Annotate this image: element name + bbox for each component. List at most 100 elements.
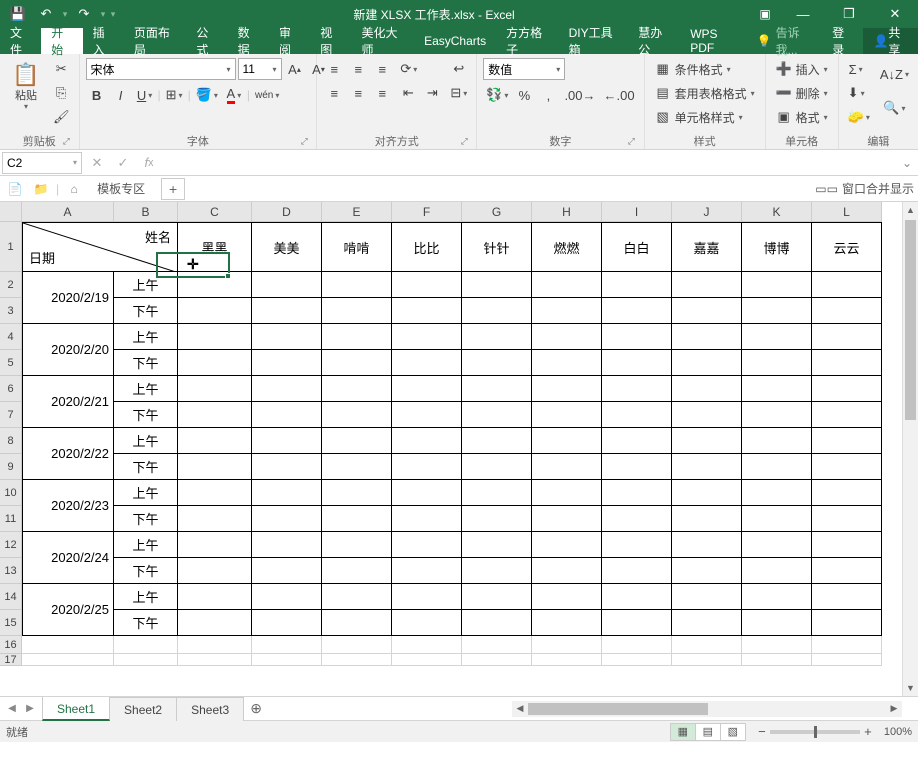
column-header-E[interactable]: E: [322, 202, 392, 222]
cell[interactable]: [812, 298, 882, 324]
sheet-nav-prev[interactable]: ◀: [4, 703, 20, 714]
cell[interactable]: [742, 428, 812, 454]
cell[interactable]: [602, 428, 672, 454]
cell[interactable]: [532, 272, 602, 298]
cell[interactable]: [392, 350, 462, 376]
cell[interactable]: [602, 480, 672, 506]
cell[interactable]: [532, 454, 602, 480]
cell[interactable]: [672, 654, 742, 666]
cancel-formula-button[interactable]: ✕: [86, 152, 108, 174]
cell[interactable]: [322, 428, 392, 454]
column-headers[interactable]: ABCDEFGHIJKL: [22, 202, 902, 222]
cell[interactable]: [252, 454, 322, 480]
cell[interactable]: [602, 610, 672, 636]
cell[interactable]: [532, 376, 602, 402]
cell[interactable]: [672, 428, 742, 454]
row-header-12[interactable]: 12: [0, 532, 22, 558]
row-header-7[interactable]: 7: [0, 402, 22, 428]
cell[interactable]: [462, 584, 532, 610]
cell[interactable]: [672, 454, 742, 480]
cell[interactable]: [462, 558, 532, 584]
cell[interactable]: [462, 428, 532, 454]
cell[interactable]: 下午: [114, 350, 178, 376]
cell[interactable]: [602, 402, 672, 428]
conditional-format-button[interactable]: ▦条件格式: [651, 58, 735, 80]
increase-indent-button[interactable]: ⇥: [421, 82, 443, 104]
cell[interactable]: [462, 454, 532, 480]
cell[interactable]: [532, 506, 602, 532]
cell[interactable]: [812, 376, 882, 402]
tab-diy[interactable]: DIY工具箱: [559, 28, 629, 54]
cell[interactable]: [462, 402, 532, 428]
column-header-G[interactable]: G: [462, 202, 532, 222]
cell[interactable]: [532, 428, 602, 454]
select-all-corner[interactable]: [0, 202, 22, 222]
share-button[interactable]: 👤 共享: [863, 28, 918, 54]
cell[interactable]: [252, 324, 322, 350]
cell[interactable]: [812, 532, 882, 558]
undo-button[interactable]: ↶: [32, 2, 60, 26]
cell[interactable]: [602, 636, 672, 654]
copy-button[interactable]: ⎘: [50, 82, 73, 104]
cell[interactable]: [392, 480, 462, 506]
cell[interactable]: [178, 402, 252, 428]
cell[interactable]: [672, 324, 742, 350]
cell[interactable]: [812, 610, 882, 636]
fill-button[interactable]: ⬇: [845, 82, 868, 104]
cell[interactable]: [252, 272, 322, 298]
cell[interactable]: [178, 324, 252, 350]
cell[interactable]: [602, 350, 672, 376]
cell[interactable]: [462, 654, 532, 666]
cell[interactable]: 2020/2/22: [22, 428, 114, 480]
cell[interactable]: [462, 636, 532, 654]
cell[interactable]: [178, 558, 252, 584]
cell[interactable]: [178, 636, 252, 654]
cell[interactable]: [742, 402, 812, 428]
cells-area[interactable]: 姓名日期黑黑美美啃啃比比针针燃燃白白嘉嘉博博云云2020/2/19上午下午202…: [22, 222, 902, 696]
cell[interactable]: [392, 654, 462, 666]
cell[interactable]: [672, 532, 742, 558]
cell[interactable]: [742, 480, 812, 506]
cell[interactable]: [602, 454, 672, 480]
cell[interactable]: [178, 506, 252, 532]
cell[interactable]: [602, 324, 672, 350]
tab-fangfang[interactable]: 方方格子: [496, 28, 559, 54]
zoom-in-button[interactable]: +: [860, 724, 876, 739]
autosum-button[interactable]: Σ: [845, 58, 867, 80]
cell[interactable]: [602, 532, 672, 558]
cell[interactable]: [812, 584, 882, 610]
cell[interactable]: [812, 558, 882, 584]
row-header-4[interactable]: 4: [0, 324, 22, 350]
decrease-indent-button[interactable]: ⇤: [397, 82, 419, 104]
cut-button[interactable]: ✂: [50, 58, 73, 80]
fx-button[interactable]: fx: [138, 152, 160, 174]
new-file-icon[interactable]: 📄: [4, 178, 26, 200]
cell[interactable]: [252, 558, 322, 584]
cell[interactable]: [532, 610, 602, 636]
cell[interactable]: [392, 272, 462, 298]
cell[interactable]: [742, 324, 812, 350]
cell[interactable]: [742, 454, 812, 480]
cell[interactable]: [22, 636, 114, 654]
cell[interactable]: 上午: [114, 584, 178, 610]
cell[interactable]: [812, 480, 882, 506]
percent-button[interactable]: %: [513, 84, 535, 106]
increase-font-button[interactable]: A▴: [284, 58, 306, 80]
cell[interactable]: [392, 428, 462, 454]
redo-button[interactable]: ↷: [70, 2, 98, 26]
cell[interactable]: [462, 324, 532, 350]
cell[interactable]: [812, 402, 882, 428]
sheet-tab-sheet3[interactable]: Sheet3: [177, 697, 244, 721]
add-workbook-button[interactable]: +: [161, 178, 185, 200]
row-headers[interactable]: 1234567891011121314151617: [0, 222, 22, 696]
column-header-L[interactable]: L: [812, 202, 882, 222]
cell[interactable]: [392, 376, 462, 402]
cell[interactable]: [672, 558, 742, 584]
cell[interactable]: [252, 402, 322, 428]
cell[interactable]: [252, 532, 322, 558]
align-right-button[interactable]: ≡: [371, 82, 393, 104]
cell[interactable]: [602, 584, 672, 610]
cell[interactable]: [812, 324, 882, 350]
qat-customize[interactable]: ▾: [108, 9, 118, 20]
cell[interactable]: [672, 298, 742, 324]
